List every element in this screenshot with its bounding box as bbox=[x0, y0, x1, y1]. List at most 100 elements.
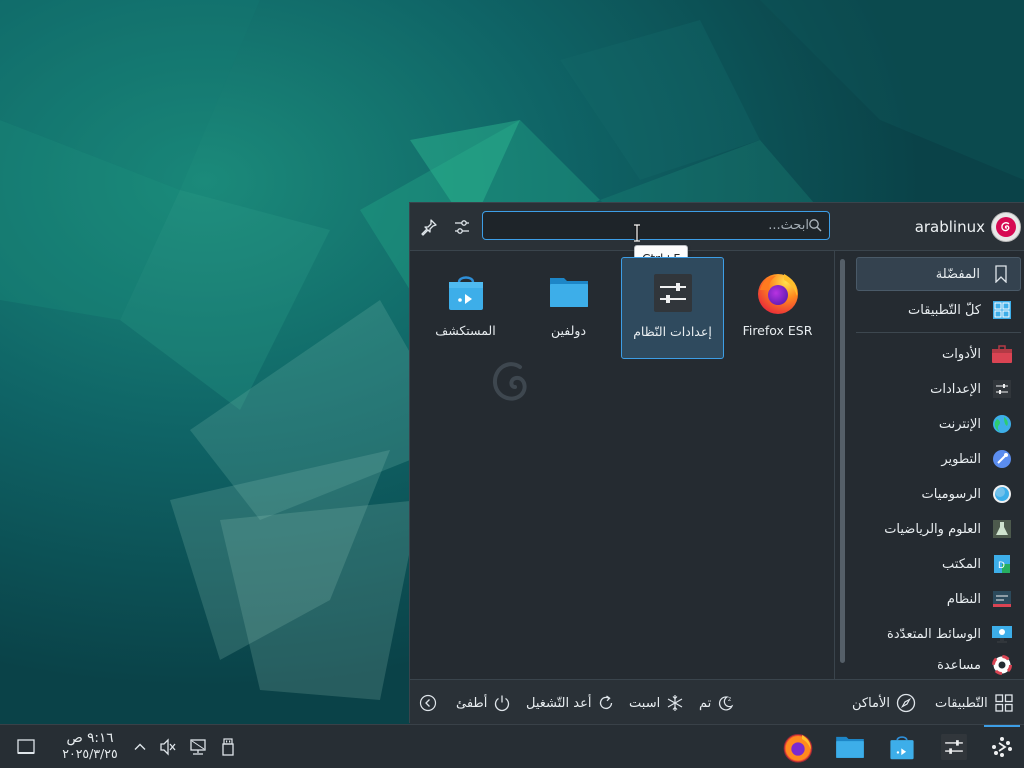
app-tile-system-settings[interactable]: إعدادات النّظام bbox=[621, 257, 724, 359]
dolphin-folder-icon bbox=[544, 267, 594, 317]
system-tray-expand-button[interactable] bbox=[130, 729, 150, 765]
app-tile-label: المستكشف bbox=[435, 323, 496, 338]
category-science-math[interactable]: العلوم والرياضيات bbox=[856, 512, 1021, 546]
applications-tab[interactable]: التّطبيقات bbox=[931, 691, 1018, 727]
scrollbar-thumb[interactable] bbox=[840, 259, 845, 663]
clock-date: ٢٠٢٥/٣/٢٥ bbox=[62, 746, 118, 761]
snowflake-icon bbox=[667, 695, 683, 711]
task-discover[interactable] bbox=[882, 729, 922, 765]
search-field[interactable] bbox=[482, 211, 830, 240]
search-input[interactable] bbox=[513, 212, 815, 239]
app-tile-label: إعدادات النّظام bbox=[633, 324, 712, 339]
category-office[interactable]: المكتب D bbox=[856, 547, 1021, 581]
settings-icon bbox=[991, 378, 1013, 400]
category-label: الرسوميات bbox=[921, 486, 981, 502]
all-apps-icon bbox=[991, 299, 1013, 321]
clock-time: ٩:١٦ ص bbox=[66, 730, 114, 746]
restart-icon bbox=[600, 695, 613, 709]
sleep-label: تم bbox=[699, 695, 712, 711]
system-settings-icon bbox=[941, 734, 967, 760]
category-label: النظام bbox=[946, 591, 981, 607]
firefox-icon bbox=[783, 734, 813, 763]
category-label: المكتب bbox=[942, 556, 981, 572]
discover-icon bbox=[441, 267, 491, 317]
show-desktop-button[interactable] bbox=[12, 729, 40, 765]
application-launcher-icon bbox=[992, 737, 1012, 757]
category-label: الوسائط المتعدّدة bbox=[887, 626, 981, 642]
shutdown-label: أطفئ bbox=[456, 695, 488, 711]
network-wired-icon bbox=[190, 739, 206, 755]
shutdown-button[interactable]: أطفئ bbox=[456, 691, 511, 715]
moon-sleep-icon: z bbox=[719, 696, 734, 711]
pin-icon[interactable] bbox=[416, 214, 442, 240]
volume-tray-button[interactable] bbox=[156, 729, 180, 765]
app-tile-label: دولفين bbox=[550, 323, 587, 338]
app-tile-firefox[interactable]: Firefox ESR bbox=[726, 257, 829, 359]
hibernate-label: اسبت bbox=[629, 695, 661, 711]
app-tile-dolphin[interactable]: دولفين bbox=[517, 257, 620, 359]
favorites-grid: المستكشف دولفين إعدادات النّظام Firefox … bbox=[410, 251, 834, 679]
discover-icon bbox=[890, 736, 914, 760]
category-multimedia[interactable]: الوسائط المتعدّدة bbox=[856, 617, 1021, 651]
category-all-applications[interactable]: كلّ التّطبيقات bbox=[856, 293, 1021, 327]
digital-clock[interactable]: ٩:١٦ ص ٢٠٢٥/٣/٢٥ bbox=[50, 730, 130, 762]
svg-text:D: D bbox=[998, 561, 1005, 571]
category-internet[interactable]: الإنترنت bbox=[856, 407, 1021, 441]
show-desktop-icon bbox=[17, 739, 35, 754]
category-graphics[interactable]: الرسوميات bbox=[856, 477, 1021, 511]
category-label: التطوير bbox=[941, 451, 981, 467]
debian-swirl-watermark-icon bbox=[493, 362, 527, 401]
search-icon bbox=[809, 219, 822, 232]
leave-more-button[interactable] bbox=[419, 691, 437, 715]
category-settings[interactable]: الإعدادات bbox=[856, 372, 1021, 406]
category-label: الأدوات bbox=[942, 346, 981, 362]
task-system-settings[interactable] bbox=[934, 729, 974, 765]
launcher-header: arablinux bbox=[410, 203, 1024, 251]
app-tile-label: Firefox ESR bbox=[742, 323, 813, 338]
usb-drive-icon bbox=[222, 738, 234, 756]
hibernate-button[interactable]: اسبت bbox=[629, 691, 684, 715]
task-dolphin[interactable] bbox=[830, 729, 870, 765]
office-icon: D bbox=[991, 553, 1013, 575]
launcher-footer: أطفئ أعد التّشغيل اسبت تم z الأماكن التّ… bbox=[410, 679, 1024, 727]
science-icon bbox=[991, 518, 1013, 540]
firefox-icon bbox=[753, 267, 803, 317]
category-label: الإعدادات bbox=[930, 381, 981, 397]
chevron-up-icon bbox=[134, 743, 146, 750]
app-tile-discover[interactable]: المستكشف bbox=[414, 257, 517, 359]
category-development[interactable]: التطوير bbox=[856, 442, 1021, 476]
user-profile[interactable]: arablinux bbox=[915, 211, 1021, 243]
help-lifebuoy-icon bbox=[991, 654, 1013, 676]
development-icon bbox=[991, 448, 1013, 470]
utilities-icon bbox=[991, 343, 1013, 365]
svg-text:z: z bbox=[728, 696, 731, 703]
category-system[interactable]: النظام bbox=[856, 582, 1021, 616]
category-favorites[interactable]: المفضّلة bbox=[856, 257, 1021, 291]
category-label: الإنترنت bbox=[938, 416, 981, 432]
configure-sliders-icon[interactable] bbox=[449, 214, 475, 240]
category-list: المفضّلة كلّ التّطبيقات الأدوات الإعدادا… bbox=[849, 251, 1024, 683]
debian-avatar-icon bbox=[991, 212, 1021, 242]
places-tab-label: الأماكن bbox=[852, 695, 891, 711]
system-settings-icon bbox=[648, 268, 698, 318]
applications-tab-label: التّطبيقات bbox=[935, 695, 988, 711]
app-grid-icon bbox=[995, 694, 1013, 712]
task-firefox[interactable] bbox=[778, 729, 818, 765]
usb-devices-tray-button[interactable] bbox=[216, 729, 240, 765]
volume-muted-icon bbox=[160, 738, 176, 756]
internet-globe-icon bbox=[991, 413, 1013, 435]
sleep-button[interactable]: تم z bbox=[699, 691, 735, 715]
taskbar: ٩:١٦ ص ٢٠٢٥/٣/٢٥ bbox=[0, 724, 1024, 768]
places-tab[interactable]: الأماكن bbox=[852, 691, 916, 715]
category-label: العلوم والرياضيات bbox=[884, 521, 981, 537]
category-utilities[interactable]: الأدوات bbox=[856, 337, 1021, 371]
grid-scrollbar[interactable] bbox=[834, 251, 849, 679]
bookmark-icon bbox=[990, 263, 1012, 285]
application-launcher-menu: arablinux Ctrl+F المستكشف bbox=[409, 202, 1024, 727]
network-tray-button[interactable] bbox=[186, 729, 210, 765]
category-help[interactable]: مساعدة bbox=[856, 650, 1021, 683]
restart-button[interactable]: أعد التّشغيل bbox=[526, 691, 615, 715]
power-icon bbox=[495, 695, 510, 712]
application-launcher-button[interactable] bbox=[982, 725, 1022, 765]
text-cursor-icon bbox=[634, 224, 640, 242]
